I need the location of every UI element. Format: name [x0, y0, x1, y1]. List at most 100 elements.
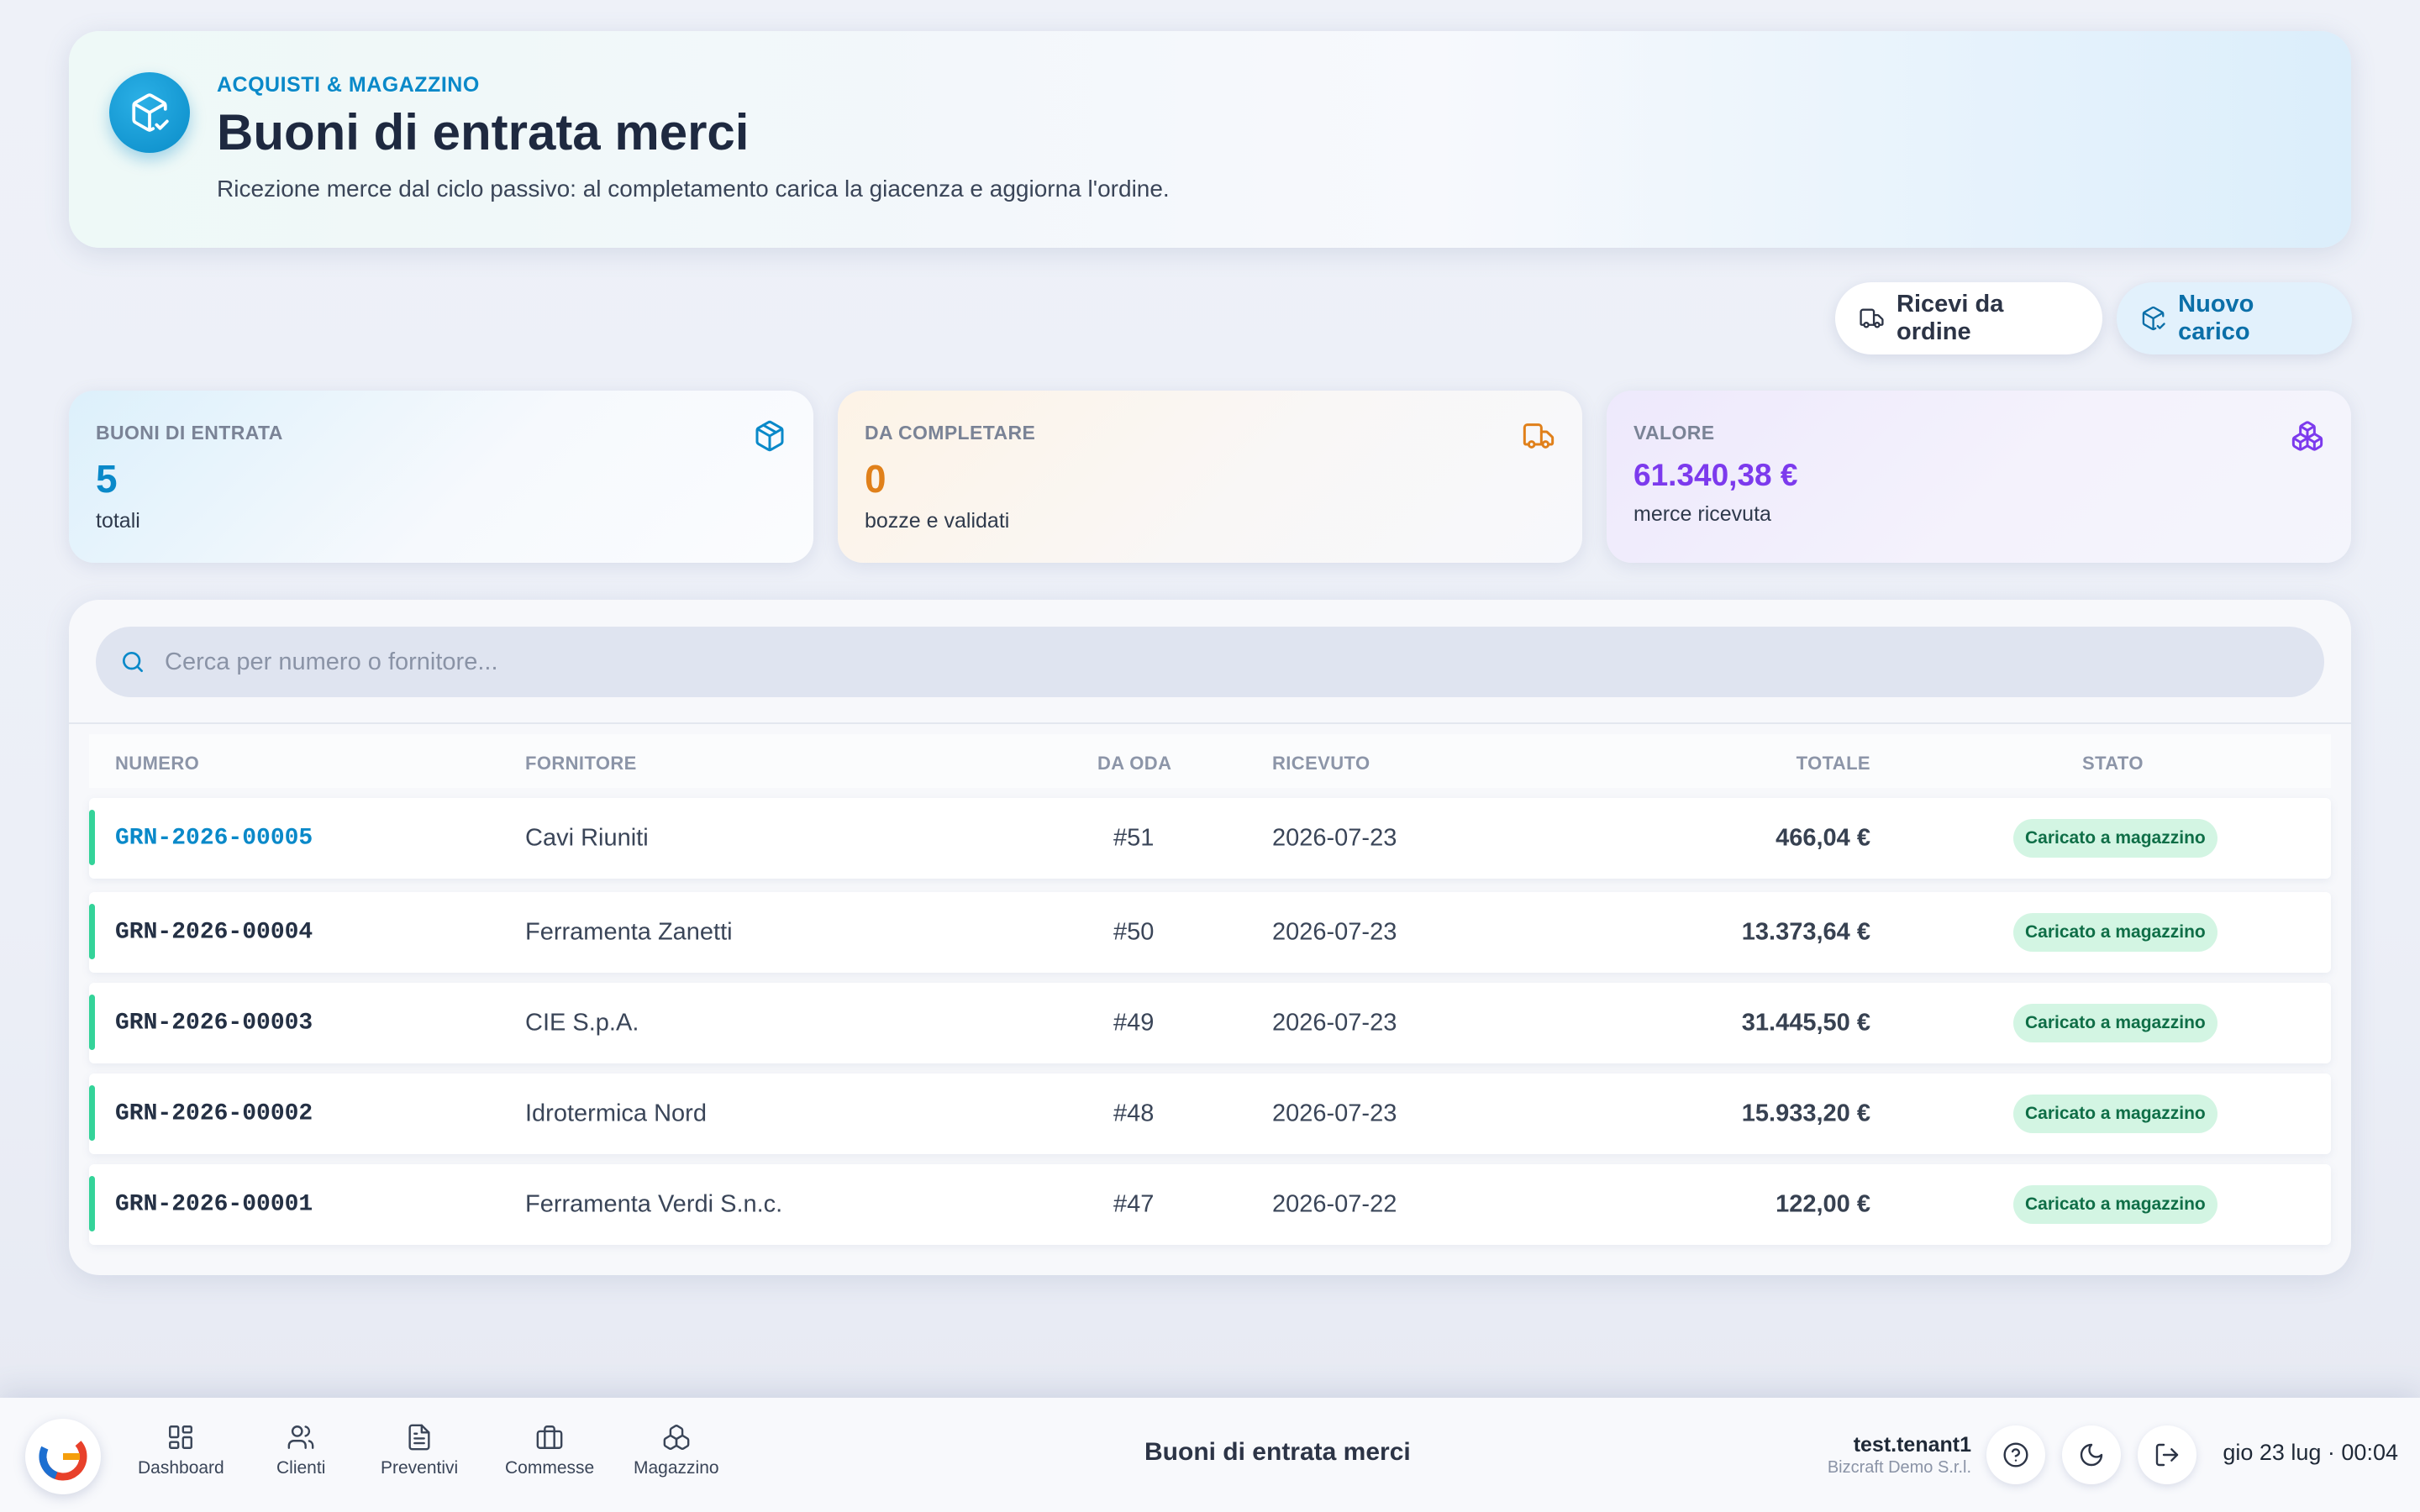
- receive-from-order-button[interactable]: Ricevi da ordine: [1835, 282, 2102, 354]
- package-check-icon: [2142, 306, 2165, 331]
- receipt-number[interactable]: GRN-2026-00005: [115, 826, 313, 852]
- received-date: 2026-07-23: [1272, 1100, 1397, 1127]
- page-title: Buoni di entrata merci: [217, 104, 750, 160]
- supplier: Ferramenta Verdi S.n.c.: [525, 1190, 783, 1218]
- user-organization: Bizcraft Demo S.r.l.: [1827, 1458, 1971, 1477]
- receipt-number[interactable]: GRN-2026-00004: [115, 920, 313, 946]
- order-ref: #50: [1113, 918, 1155, 946]
- search-icon: [123, 652, 143, 672]
- package-check-icon: [109, 72, 190, 153]
- table-row[interactable]: GRN-2026-00004 Ferramenta Zanetti #50 20…: [89, 892, 2331, 973]
- nav-label: Dashboard: [138, 1458, 224, 1478]
- order-ref: #47: [1113, 1190, 1155, 1218]
- received-date: 2026-07-23: [1272, 1009, 1397, 1037]
- boxes-icon: [2291, 421, 2323, 451]
- order-ref: #49: [1113, 1009, 1155, 1037]
- table-row[interactable]: GRN-2026-00003 CIE S.p.A. #49 2026-07-23…: [89, 983, 2331, 1063]
- status-badge: Caricato a magazzino: [2013, 819, 2217, 858]
- stat-label: BUONI DI ENTRATA: [96, 422, 283, 444]
- nav-dashboard[interactable]: Dashboard: [138, 1423, 224, 1478]
- status-badge: Caricato a magazzino: [2013, 1095, 2217, 1133]
- table-row[interactable]: GRN-2026-00001 Ferramenta Verdi S.n.c. #…: [89, 1164, 2331, 1245]
- nav-magazzino[interactable]: Magazzino: [634, 1423, 719, 1478]
- search-input[interactable]: [165, 648, 2265, 676]
- theme-toggle-button[interactable]: [2062, 1425, 2121, 1484]
- row-status-bar: [89, 810, 95, 865]
- logo-icon: [39, 1432, 87, 1481]
- supplier: Idrotermica Nord: [525, 1100, 707, 1127]
- receipt-number[interactable]: GRN-2026-00003: [115, 1011, 313, 1037]
- table-row[interactable]: GRN-2026-00005 Cavi Riuniti #51 2026-07-…: [89, 798, 2331, 879]
- stat-card-to-complete: DA COMPLETARE 0 bozze e validati: [838, 391, 1582, 563]
- receipts-table-panel: NUMERO FORNITORE DA ODA RICEVUTO TOTALE …: [69, 600, 2351, 1275]
- received-date: 2026-07-23: [1272, 918, 1397, 946]
- supplier: CIE S.p.A.: [525, 1009, 639, 1037]
- receipt-number[interactable]: GRN-2026-00002: [115, 1101, 313, 1127]
- table-row[interactable]: GRN-2026-00002 Idrotermica Nord #48 2026…: [89, 1074, 2331, 1154]
- logout-button[interactable]: [2138, 1425, 2196, 1484]
- search-bar[interactable]: [96, 627, 2324, 697]
- help-icon: [2003, 1442, 2028, 1467]
- new-load-label: Nuovo carico: [2178, 291, 2254, 345]
- total: 31.445,50 €: [1741, 1009, 1870, 1037]
- row-status-bar: [89, 1176, 95, 1231]
- divider: [69, 722, 2351, 724]
- boxes-icon: [663, 1425, 690, 1450]
- stat-card-receipts: BUONI DI ENTRATA 5 totali: [69, 391, 813, 563]
- bottom-navigation-bar: Dashboard Clienti Preventivi Commesse Ma…: [0, 1398, 2420, 1512]
- stat-value: 5: [96, 457, 118, 501]
- received-date: 2026-07-22: [1272, 1190, 1397, 1218]
- column-header-stato[interactable]: STATO: [2082, 753, 2144, 774]
- nav-label: Commesse: [505, 1458, 595, 1478]
- stat-label: DA COMPLETARE: [865, 422, 1036, 444]
- current-page-title: Buoni di entrata merci: [1144, 1438, 1411, 1466]
- section-eyebrow: ACQUISTI & MAGAZZINO: [217, 73, 480, 97]
- truck-icon: [1860, 308, 1884, 328]
- supplier: Cavi Riuniti: [525, 824, 649, 852]
- column-header-numero[interactable]: NUMERO: [115, 753, 199, 774]
- column-header-fornitore[interactable]: FORNITORE: [525, 753, 637, 774]
- nav-label: Magazzino: [634, 1458, 719, 1478]
- column-header-ricevuto[interactable]: RICEVUTO: [1272, 753, 1370, 774]
- nav-preventivi[interactable]: Preventivi: [381, 1423, 458, 1478]
- status-badge: Caricato a magazzino: [2013, 1185, 2217, 1224]
- page-header: ACQUISTI & MAGAZZINO Buoni di entrata me…: [69, 31, 2351, 248]
- page-subtitle: Ricezione merce dal ciclo passivo: al co…: [217, 176, 1170, 202]
- status-badge: Caricato a magazzino: [2013, 913, 2217, 952]
- nav-clienti[interactable]: Clienti: [276, 1423, 325, 1478]
- status-badge: Caricato a magazzino: [2013, 1004, 2217, 1042]
- order-ref: #51: [1113, 824, 1155, 852]
- total: 122,00 €: [1776, 1190, 1870, 1218]
- clock: gio 23 lug · 00:04: [2223, 1440, 2398, 1465]
- help-button[interactable]: [1986, 1425, 2045, 1484]
- stat-note: totali: [96, 509, 140, 533]
- row-status-bar: [89, 1085, 95, 1141]
- stat-card-value: VALORE 61.340,38 € merce ricevuta: [1607, 391, 2351, 563]
- document-icon: [408, 1424, 430, 1451]
- column-header-totale[interactable]: TOTALE: [1797, 753, 1870, 774]
- receive-from-order-label: Ricevi da ordine: [1897, 291, 2004, 345]
- receipt-number[interactable]: GRN-2026-00001: [115, 1192, 313, 1218]
- user-name[interactable]: test.tenant1: [1854, 1433, 1971, 1457]
- app-logo[interactable]: [25, 1419, 101, 1494]
- dashboard-icon: [169, 1425, 193, 1449]
- moon-icon: [2080, 1443, 2103, 1467]
- stat-note: merce ricevuta: [1634, 502, 1771, 526]
- stat-value: 0: [865, 457, 886, 501]
- nav-commesse[interactable]: Commesse: [505, 1423, 594, 1478]
- briefcase-icon: [536, 1425, 563, 1449]
- supplier: Ferramenta Zanetti: [525, 918, 733, 946]
- stat-value: 61.340,38 €: [1634, 458, 1798, 492]
- new-load-button[interactable]: Nuovo carico: [2117, 282, 2352, 354]
- nav-label: Preventivi: [381, 1458, 459, 1478]
- nav-label: Clienti: [276, 1458, 326, 1478]
- row-status-bar: [89, 995, 95, 1050]
- package-icon: [755, 420, 784, 452]
- order-ref: #48: [1113, 1100, 1155, 1127]
- received-date: 2026-07-23: [1272, 824, 1397, 852]
- column-header-oda[interactable]: DA ODA: [1097, 753, 1171, 774]
- users-icon: [287, 1425, 314, 1449]
- row-status-bar: [89, 904, 95, 959]
- truck-icon: [1523, 423, 1555, 449]
- table-header: NUMERO FORNITORE DA ODA RICEVUTO TOTALE …: [89, 734, 2331, 788]
